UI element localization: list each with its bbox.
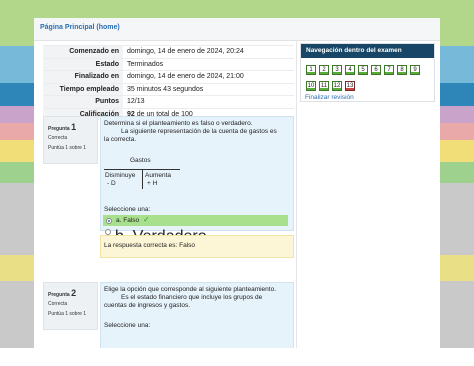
question-nav-button-1[interactable]: 1 xyxy=(306,65,316,75)
summary-value: domingo, 14 de enero de 2024, 21:00 xyxy=(123,70,294,83)
question-title: Pregunta 1 xyxy=(48,122,77,132)
t-account-right-label: Aumenta xyxy=(145,172,172,179)
radio-button-selected[interactable] xyxy=(106,218,112,224)
quiz-navigation-header: Navegación dentro del examen xyxy=(301,44,434,58)
question-text-line: cuentas de ingresos y gastos. xyxy=(104,302,190,309)
summary-row: Puntos 12/13 xyxy=(43,95,294,108)
question-nav-button-5[interactable]: 5 xyxy=(358,65,368,75)
quiz-navigation-title: Navegación dentro del examen xyxy=(306,47,402,54)
select-prompt: Seleccione una: xyxy=(104,206,151,213)
summary-value: Terminados xyxy=(123,57,294,71)
question-title: Pregunta 2 xyxy=(48,288,77,298)
question-status: Correcta xyxy=(48,301,68,307)
summary-label: Finalizado en xyxy=(43,70,123,83)
summary-label: Puntos xyxy=(43,95,123,108)
summary-row: Comenzado en domingo, 14 de enero de 202… xyxy=(43,45,294,58)
question-info-2: Pregunta 2 Correcta Puntúa 1 sobre 1 xyxy=(43,282,98,330)
summary-value: 35 minutos 43 segundos xyxy=(123,82,294,96)
select-prompt: Seleccione una: xyxy=(104,322,151,329)
question-text-line: La siguiente representación de la cuenta… xyxy=(121,128,277,135)
question-nav-button-8[interactable]: 8 xyxy=(397,65,407,75)
question-content-2: Elige la opción que corresponde al sigui… xyxy=(100,282,294,348)
option-label: a. Falso xyxy=(116,217,140,224)
summary-value: domingo, 14 de enero de 2024, 20:24 xyxy=(123,45,294,58)
summary-row: Tiempo empleado 35 minutos 43 segundos xyxy=(43,82,294,96)
quiz-review-page: Página Principal (home) Comenzado en dom… xyxy=(34,18,440,348)
question-text-line: Elige la opción que corresponde al sigui… xyxy=(104,286,277,293)
finish-review-link[interactable]: Finalizar revisión xyxy=(305,94,354,101)
column-divider xyxy=(296,40,297,348)
question-nav-button-13[interactable]: 13 xyxy=(345,81,355,91)
question-nav-button-4[interactable]: 4 xyxy=(345,65,355,75)
question-info-1: Pregunta 1 Correcta Puntúa 1 sobre 1 xyxy=(43,116,98,164)
t-account-title: Gastos xyxy=(130,157,151,164)
summary-label: Tiempo empleado xyxy=(43,82,123,96)
question-nav-button-10[interactable]: 10 xyxy=(306,81,316,91)
summary-row: Estado Terminados xyxy=(43,57,294,71)
question-nav-button-12[interactable]: 12 xyxy=(332,81,342,91)
question-nav-button-2[interactable]: 2 xyxy=(319,65,329,75)
question-score: Puntúa 1 sobre 1 xyxy=(48,311,87,317)
question-score: Puntúa 1 sobre 1 xyxy=(48,145,87,151)
question-text-line: Determina si el planteamiento es falso o… xyxy=(104,120,253,127)
summary-value: 12/13 xyxy=(123,95,294,108)
answer-option-a[interactable]: a. Falso ✓ xyxy=(103,215,288,226)
home-link[interactable]: Página Principal (home) xyxy=(40,24,120,31)
question-number: 1 xyxy=(71,122,77,132)
t-account-center-line xyxy=(142,169,143,189)
check-icon: ✓ xyxy=(143,215,150,224)
question-status: Correcta xyxy=(48,135,68,141)
question-nav-button-7[interactable]: 7 xyxy=(384,65,394,75)
question-number: 2 xyxy=(71,288,77,298)
question-content-1: Determina si el planteamiento es falso o… xyxy=(100,116,294,231)
t-account-right-sign: + H xyxy=(147,180,158,187)
question-nav-button-3[interactable]: 3 xyxy=(332,65,342,75)
summary-row: Finalizado en domingo, 14 de enero de 20… xyxy=(43,70,294,83)
question-text-line: la correcta. xyxy=(104,136,137,143)
question-nav-button-9[interactable]: 9 xyxy=(410,65,420,75)
t-account-left-sign: - D xyxy=(107,180,116,187)
attempt-summary-table: Comenzado en domingo, 14 de enero de 202… xyxy=(43,45,294,120)
summary-label: Estado xyxy=(43,57,123,71)
question-nav-button-6[interactable]: 6 xyxy=(371,65,381,75)
t-account: Gastos Disminuye - D Aumenta + H xyxy=(104,157,184,197)
summary-label: Comenzado en xyxy=(43,45,123,58)
t-account-left-label: Disminuye xyxy=(105,172,136,179)
question-text-line: Es el estado financiero que incluye los … xyxy=(121,294,263,301)
question-nav-button-11[interactable]: 11 xyxy=(319,81,329,91)
correct-answer-feedback: La respuesta correcta es: Falso xyxy=(100,235,294,258)
feedback-text: La respuesta correcta es: Falso xyxy=(104,242,196,249)
top-navbar: Página Principal (home) xyxy=(34,18,440,41)
